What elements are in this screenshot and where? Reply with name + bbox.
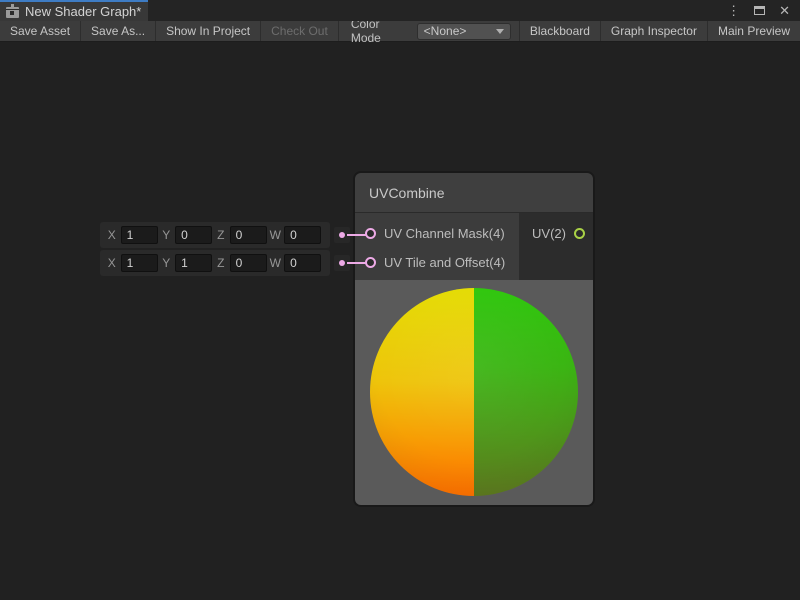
save-asset-button[interactable]: Save Asset bbox=[0, 21, 81, 41]
y-label: Y bbox=[161, 228, 173, 242]
save-as-button[interactable]: Save As... bbox=[81, 21, 156, 41]
z-label: Z bbox=[215, 228, 227, 242]
uvcombine-node[interactable]: UVCombine UV Channel Mask(4) UV Tile and… bbox=[355, 173, 593, 505]
window-tab-bar: New Shader Graph* ⋮ ✕ bbox=[0, 0, 800, 21]
blackboard-button[interactable]: Blackboard bbox=[519, 21, 600, 41]
input-port-label: UV Tile and Offset(4) bbox=[384, 255, 505, 270]
node-title: UVCombine bbox=[369, 185, 444, 201]
output-port-icon[interactable] bbox=[574, 228, 585, 239]
vector2-y-field[interactable]: 1 bbox=[175, 254, 212, 272]
edge-wire-1[interactable] bbox=[347, 234, 367, 236]
vector2-x-field[interactable]: 1 bbox=[121, 254, 158, 272]
preview-sphere-shading bbox=[370, 288, 578, 496]
node-port-area: UV Channel Mask(4) UV Tile and Offset(4)… bbox=[355, 213, 593, 280]
maximize-icon[interactable] bbox=[754, 6, 765, 15]
z-label: Z bbox=[215, 256, 227, 270]
input-port-label: UV Channel Mask(4) bbox=[384, 226, 505, 241]
vector4-input-row-1: X 1 Y 0 Z 0 W 0 bbox=[100, 222, 330, 248]
graph-inspector-button[interactable]: Graph Inspector bbox=[600, 21, 707, 41]
node-preview-area bbox=[355, 280, 593, 505]
tab-new-shader-graph[interactable]: New Shader Graph* bbox=[0, 0, 148, 21]
node-inputs: UV Channel Mask(4) UV Tile and Offset(4) bbox=[355, 213, 519, 280]
show-in-project-button[interactable]: Show In Project bbox=[156, 21, 261, 41]
vector1-y-field[interactable]: 0 bbox=[175, 226, 212, 244]
port-dot-icon bbox=[339, 232, 345, 238]
main-preview-button[interactable]: Main Preview bbox=[707, 21, 800, 41]
vector1-z-field[interactable]: 0 bbox=[230, 226, 267, 244]
window-controls: ⋮ ✕ bbox=[727, 0, 800, 21]
color-mode-value: <None> bbox=[424, 24, 467, 38]
vector1-x-field[interactable]: 1 bbox=[121, 226, 158, 244]
edge-wire-2[interactable] bbox=[347, 262, 367, 264]
vector2-w-field[interactable]: 0 bbox=[284, 254, 321, 272]
close-icon[interactable]: ✕ bbox=[779, 4, 790, 17]
check-out-button: Check Out bbox=[261, 21, 339, 41]
graph-canvas[interactable]: X 1 Y 0 Z 0 W 0 X 1 Y 1 Z 0 W 0 UVCombin… bbox=[0, 42, 800, 600]
shader-graph-icon bbox=[6, 7, 19, 18]
w-label: W bbox=[270, 256, 282, 270]
menu-icon[interactable]: ⋮ bbox=[727, 4, 740, 17]
node-outputs: UV(2) bbox=[519, 213, 593, 280]
color-mode-label: Color Mode bbox=[339, 21, 417, 41]
output-port-label: UV(2) bbox=[532, 226, 566, 241]
chevron-down-icon bbox=[496, 29, 504, 34]
color-mode-dropdown[interactable]: <None> bbox=[417, 23, 511, 40]
input-port-icon[interactable] bbox=[365, 228, 376, 239]
output-port-uv[interactable]: UV(2) bbox=[532, 223, 585, 243]
shader-graph-toolbar: Save Asset Save As... Show In Project Ch… bbox=[0, 21, 800, 42]
tab-title: New Shader Graph* bbox=[25, 4, 141, 19]
vector2-z-field[interactable]: 0 bbox=[230, 254, 267, 272]
preview-sphere bbox=[370, 288, 578, 496]
node-title-bar[interactable]: UVCombine bbox=[355, 173, 593, 213]
x-label: X bbox=[106, 256, 118, 270]
vector4-input-row-2: X 1 Y 1 Z 0 W 0 bbox=[100, 250, 330, 276]
x-label: X bbox=[106, 228, 118, 242]
input-port-uv-channel-mask[interactable]: UV Channel Mask(4) bbox=[365, 223, 519, 243]
input-port-uv-tile-offset[interactable]: UV Tile and Offset(4) bbox=[365, 252, 519, 272]
vector1-w-field[interactable]: 0 bbox=[284, 226, 321, 244]
y-label: Y bbox=[161, 256, 173, 270]
port-dot-icon bbox=[339, 260, 345, 266]
w-label: W bbox=[270, 228, 282, 242]
